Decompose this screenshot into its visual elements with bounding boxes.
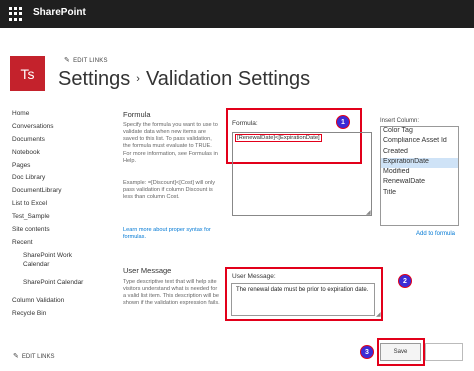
formula-column-expirationdate: [ExpirationDate] xyxy=(278,135,320,141)
callout-badge-1: 1 xyxy=(336,115,350,129)
nav-item-documents[interactable]: Documents xyxy=(12,136,83,149)
nav-item-home[interactable]: Home xyxy=(12,110,83,123)
nav-item-pages[interactable]: Pages xyxy=(12,162,83,175)
nav-item-sharepoint-calendar[interactable]: SharePoint Calendar xyxy=(12,279,83,297)
add-to-formula-link[interactable]: Add to formula xyxy=(416,231,455,237)
insert-column-listbox[interactable]: Color Tag Compliance Asset Id Created Ex… xyxy=(380,126,459,226)
brand-label[interactable]: SharePoint xyxy=(33,7,86,18)
nav-item-sharepoint-work[interactable]: SharePoint Work xyxy=(12,252,83,261)
user-message-description: Type descriptive text that will help sit… xyxy=(123,279,220,307)
column-option-selected[interactable]: ExpirationDate xyxy=(381,157,458,169)
formula-field-label: Formula: xyxy=(232,120,258,127)
nav-item-column-validation[interactable]: Column Validation xyxy=(12,297,83,310)
nav-item-site-contents[interactable]: Site contents xyxy=(12,226,83,239)
nav-item-notebook[interactable]: Notebook xyxy=(12,149,83,162)
formula-textarea[interactable]: [RenewalDate]<[ExpirationDate] xyxy=(232,132,372,216)
user-message-field-label: User Message: xyxy=(232,273,276,280)
breadcrumb-current: Validation Settings xyxy=(145,68,311,90)
resize-handle-icon[interactable]: ◢ xyxy=(366,209,371,216)
column-option[interactable]: Title xyxy=(381,189,458,199)
user-message-section-title: User Message xyxy=(123,266,172,275)
edit-links-top[interactable]: ✎ EDIT LINKS xyxy=(64,56,108,64)
site-logo[interactable]: Ts xyxy=(10,56,45,91)
column-option[interactable]: Modified xyxy=(381,168,458,178)
nav-item-calendar[interactable]: Calendar xyxy=(12,261,83,279)
nav-item-list-to-excel[interactable]: List to Excel xyxy=(12,200,83,213)
cancel-button[interactable] xyxy=(425,343,463,361)
callout-badge-3: 3 xyxy=(360,345,374,359)
formula-column-renewaldate: [RenewalDate] xyxy=(237,135,276,141)
edit-links-label: EDIT LINKS xyxy=(73,58,108,64)
nav-item-recycle-bin[interactable]: Recycle Bin xyxy=(12,310,83,323)
insert-column-label: Insert Column: xyxy=(380,118,420,124)
formula-help-link[interactable]: Learn more about proper syntax for formu… xyxy=(123,227,221,241)
suite-bar: SharePoint xyxy=(0,0,474,28)
column-option[interactable]: Color Tag xyxy=(381,127,458,137)
edit-links-label: EDIT LINKS xyxy=(21,354,55,360)
nav-item-doc-library[interactable]: Doc Library xyxy=(12,174,83,187)
user-message-textarea[interactable]: The renewal date must be prior to expira… xyxy=(231,283,375,316)
callout-badge-2: 2 xyxy=(398,274,412,288)
breadcrumb-settings[interactable]: Settings xyxy=(58,68,130,90)
nav-item-recent[interactable]: Recent xyxy=(12,239,83,252)
column-option[interactable]: RenewalDate xyxy=(381,178,458,188)
formula-example: Example: =[Discount]<[Cost] will only pa… xyxy=(123,180,216,201)
edit-links-bottom[interactable]: ✎ EDIT LINKS xyxy=(13,352,54,360)
column-option[interactable]: Compliance Asset Id xyxy=(381,137,458,147)
formula-description: Specify the formula you want to use to v… xyxy=(123,122,218,164)
app-launcher-icon[interactable] xyxy=(9,7,23,21)
left-navigation: Home Conversations Documents Notebook Pa… xyxy=(12,110,83,323)
resize-handle-icon[interactable]: ◢ xyxy=(376,311,381,318)
pencil-icon: ✎ xyxy=(13,353,19,360)
formula-value: [RenewalDate]<[ExpirationDate] xyxy=(235,134,322,142)
nav-item-documentlibrary[interactable]: DocumentLibrary xyxy=(12,187,83,200)
formula-section-title: Formula xyxy=(123,110,151,119)
pencil-icon: ✎ xyxy=(64,57,71,64)
page-title: Settings › Validation Settings xyxy=(58,68,310,91)
save-button[interactable]: Save xyxy=(380,343,421,361)
column-option[interactable]: Created xyxy=(381,148,458,158)
nav-item-conversations[interactable]: Conversations xyxy=(12,123,83,136)
nav-item-test-sample[interactable]: Test_Sample xyxy=(12,213,83,226)
breadcrumb-separator-icon: › xyxy=(136,73,140,85)
